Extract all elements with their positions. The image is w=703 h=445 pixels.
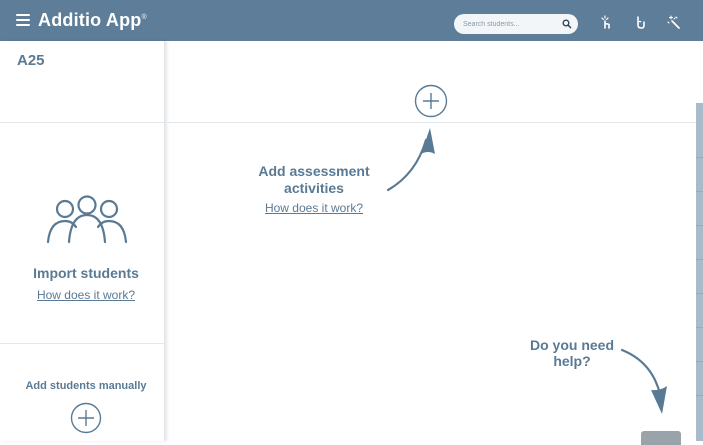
- top-bar: Additio App®: [0, 0, 703, 41]
- need-help-text: Do you need help?: [530, 337, 615, 369]
- sidebar-divider: [0, 122, 164, 123]
- import-how-it-works-link[interactable]: How does it work?: [0, 288, 172, 302]
- app-title-text: Additio App: [38, 10, 142, 30]
- trademark-symbol: ®: [141, 14, 147, 21]
- hand-raise-icon[interactable]: [632, 15, 648, 31]
- class-name: A25: [17, 52, 45, 69]
- assessment-how-it-works-link[interactable]: How does it work?: [254, 201, 374, 215]
- import-students-title: Import students: [33, 265, 139, 281]
- sidebar: A25 Import students How does it work? Ad…: [0, 41, 165, 441]
- curved-arrow-icon: [620, 348, 667, 414]
- app-title: Additio App®: [38, 10, 147, 31]
- add-circle-icon[interactable]: [70, 402, 102, 434]
- search-input[interactable]: [463, 17, 553, 31]
- search-box[interactable]: [454, 14, 578, 34]
- touch-pointer-icon[interactable]: [598, 15, 614, 31]
- menu-icon[interactable]: [16, 14, 30, 26]
- header-row-divider: [165, 122, 696, 123]
- add-assessment-title: Add assessment activities: [258, 163, 370, 196]
- add-circle-icon[interactable]: [414, 84, 448, 118]
- magic-wand-icon[interactable]: [667, 15, 683, 31]
- search-icon[interactable]: [561, 18, 573, 30]
- add-students-manually-title: Add students manually: [25, 380, 147, 392]
- students-group-icon: [46, 195, 128, 244]
- sidebar-divider: [0, 343, 164, 344]
- help-button[interactable]: [641, 431, 681, 445]
- curved-arrow-icon: [386, 128, 435, 192]
- right-side-panel[interactable]: [696, 103, 703, 441]
